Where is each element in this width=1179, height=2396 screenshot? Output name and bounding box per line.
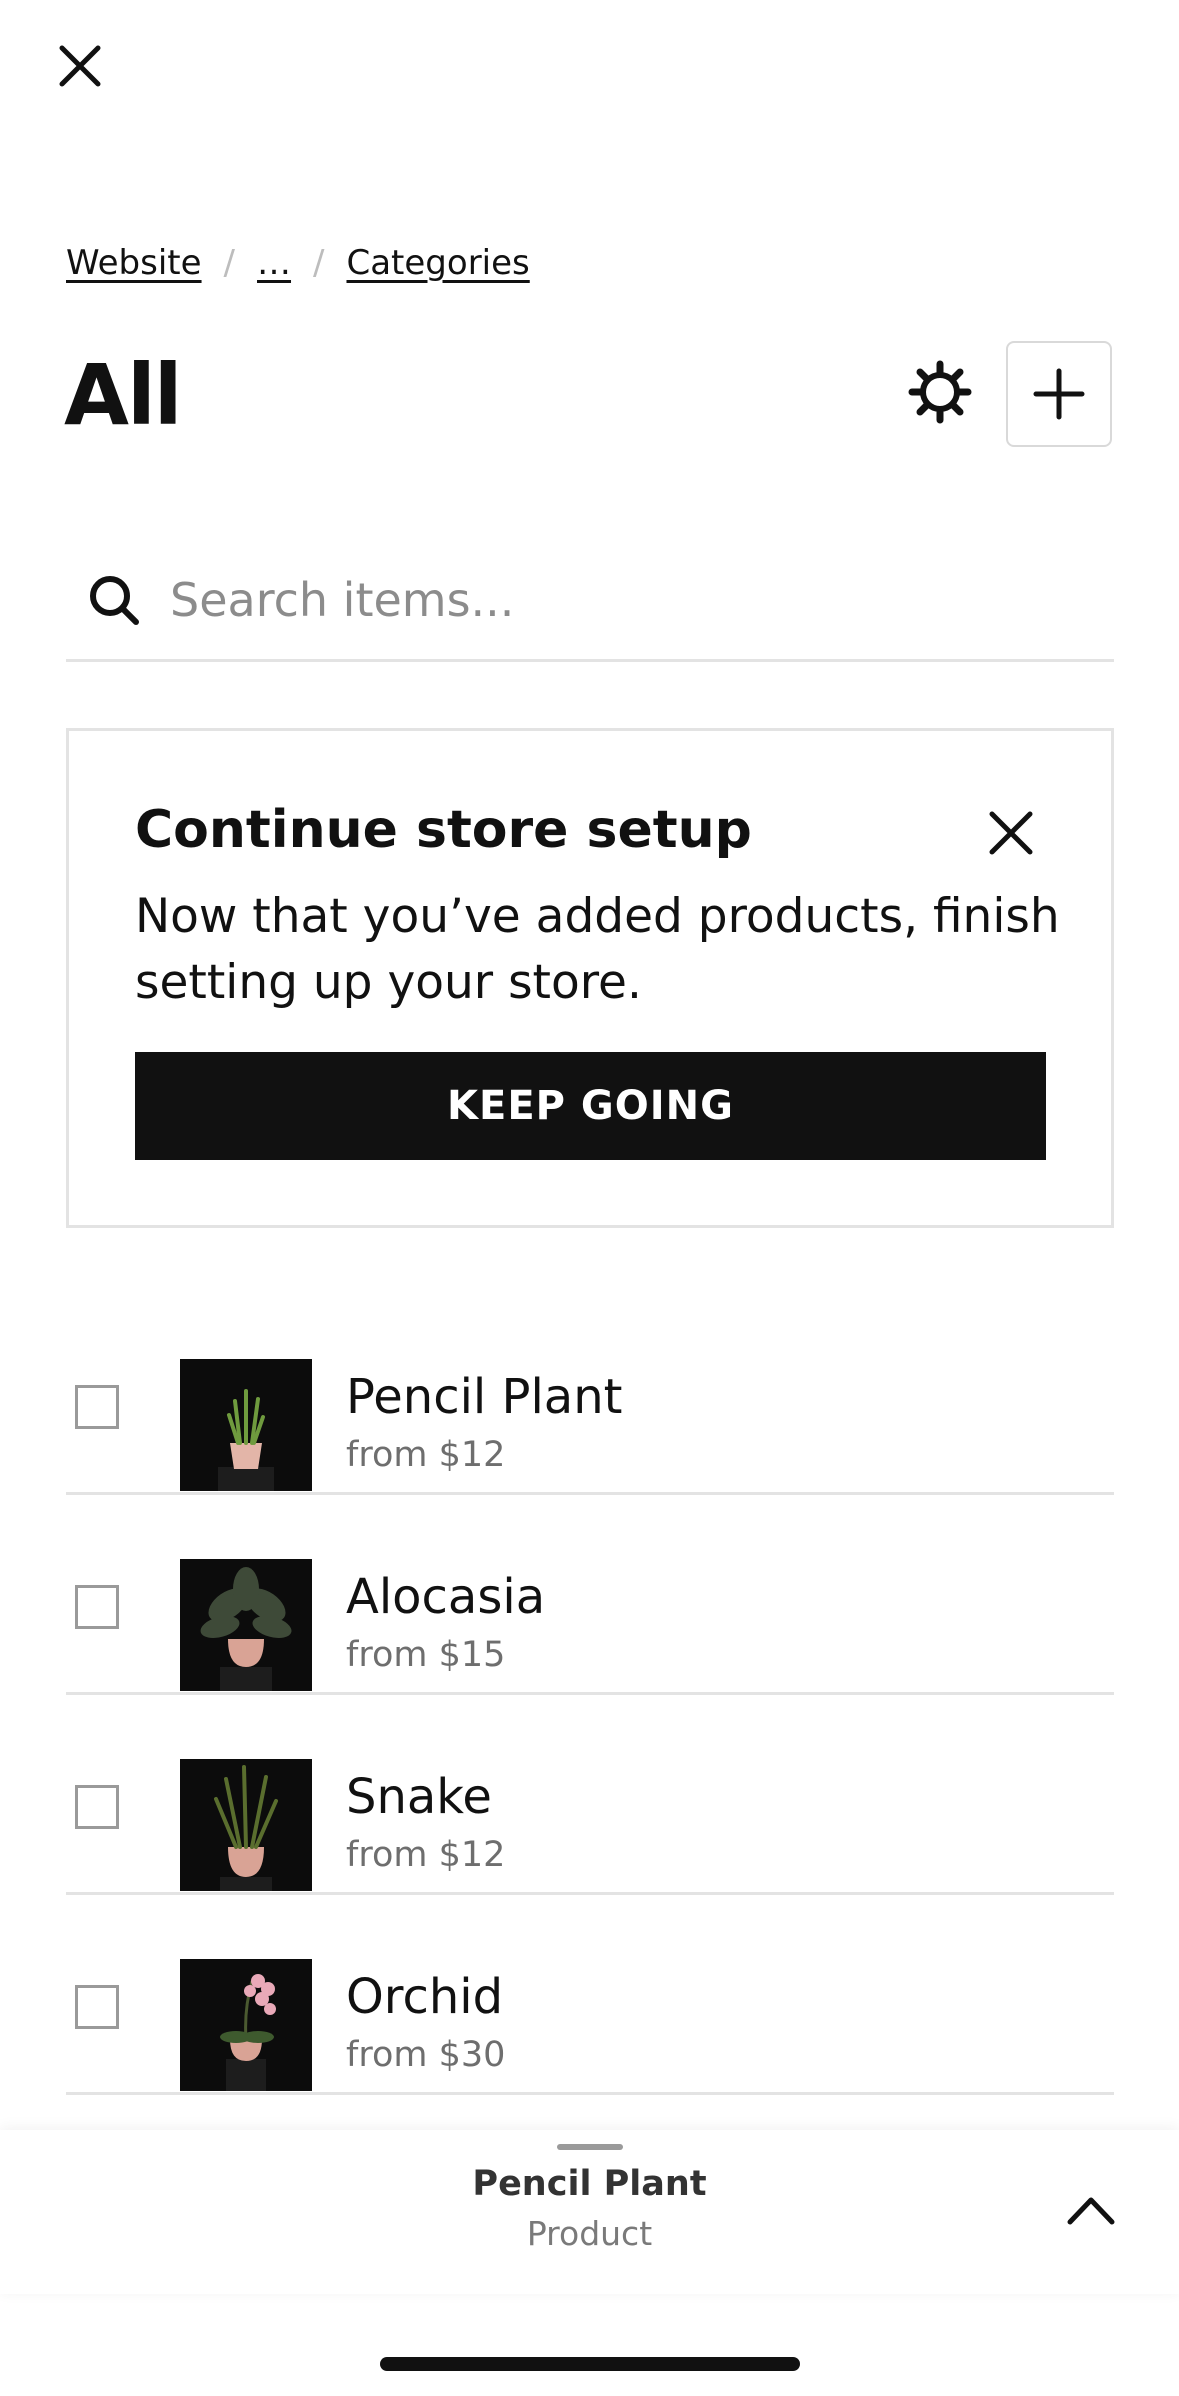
product-price: from $12 <box>346 1435 506 1475</box>
breadcrumb-website[interactable]: Website <box>66 243 202 283</box>
chevron-up-icon[interactable] <box>1066 2192 1116 2226</box>
product-thumbnail <box>180 1959 312 2091</box>
search-icon <box>90 575 139 625</box>
peek-title: Pencil Plant <box>472 2164 707 2204</box>
product-price: from $12 <box>346 1835 506 1875</box>
keep-going-button[interactable]: KEEP GOING <box>135 1052 1046 1160</box>
product-thumbnail <box>180 1759 312 1891</box>
sheet-handle[interactable] <box>557 2144 623 2150</box>
close-icon[interactable] <box>986 808 1036 858</box>
list-item[interactable]: Orchid from $30 <box>66 1895 1114 2095</box>
row-checkbox[interactable] <box>75 1585 119 1629</box>
list-item[interactable]: Alocasia from $15 <box>66 1495 1114 1695</box>
peek-subtitle: Product <box>526 2214 653 2253</box>
product-name: Pencil Plant <box>346 1369 623 1425</box>
product-thumbnail <box>180 1359 312 1491</box>
row-checkbox[interactable] <box>75 1385 119 1429</box>
bottom-sheet[interactable] <box>0 2130 1179 2294</box>
setup-card-body: Now that you’ve added products, finish s… <box>135 889 1060 1010</box>
home-indicator <box>380 2357 800 2371</box>
product-name: Snake <box>346 1769 492 1825</box>
plus-icon <box>1033 368 1085 420</box>
row-checkbox[interactable] <box>75 1785 119 1829</box>
search-input[interactable] <box>168 571 1052 628</box>
list-item[interactable]: Snake from $12 <box>66 1695 1114 1895</box>
product-price: from $15 <box>346 1635 506 1675</box>
breadcrumb: Website / … / Categories <box>66 238 530 288</box>
product-name: Orchid <box>346 1969 504 2025</box>
add-button[interactable] <box>1006 341 1112 447</box>
product-name: Alocasia <box>346 1569 546 1625</box>
close-icon[interactable] <box>50 36 110 96</box>
breadcrumb-separator: / <box>223 243 236 283</box>
gear-icon[interactable] <box>906 358 974 426</box>
search-bar[interactable] <box>66 540 1114 662</box>
product-thumbnail <box>180 1559 312 1691</box>
breadcrumb-categories[interactable]: Categories <box>346 243 529 283</box>
setup-card-title: Continue store setup <box>135 800 752 860</box>
breadcrumb-ellipsis[interactable]: … <box>257 243 291 283</box>
row-checkbox[interactable] <box>75 1985 119 2029</box>
product-price: from $30 <box>346 2035 506 2075</box>
page-title: All <box>64 346 183 444</box>
list-item[interactable]: Pencil Plant from $12 <box>66 1295 1114 1495</box>
breadcrumb-separator: / <box>313 243 325 283</box>
